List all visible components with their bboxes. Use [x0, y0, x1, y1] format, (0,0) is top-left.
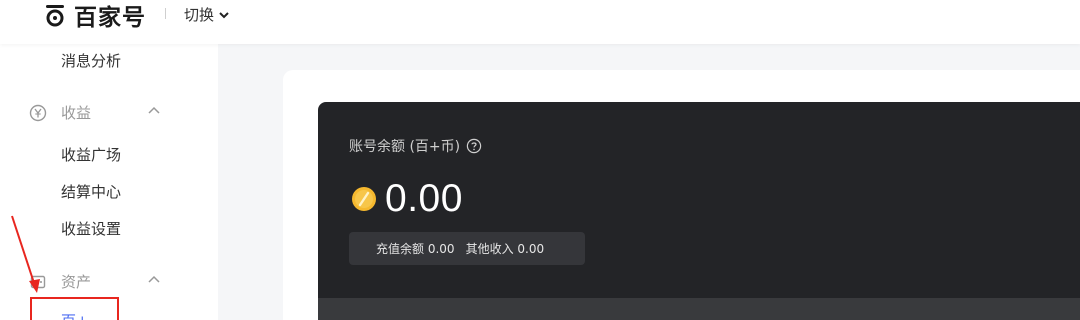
- logo-icon: [46, 5, 64, 27]
- balance-title: 账号余额 (百+币): [349, 136, 482, 156]
- top-bar: 百家号 切换: [0, 0, 1080, 44]
- sidebar-item-income-settings[interactable]: 收益设置: [61, 218, 121, 239]
- balance-title-text: 账号余额 (百+币): [349, 139, 461, 155]
- switch-label: 切换: [184, 6, 215, 24]
- help-icon[interactable]: [466, 138, 482, 154]
- chevron-up-icon[interactable]: [147, 105, 161, 115]
- header-divider: [165, 8, 166, 19]
- sidebar-group-label: 资产: [61, 273, 92, 291]
- sidebar: 消息分析 收益 收益广场 结算中心 收益设置 资产: [0, 44, 218, 320]
- sidebar-group-assets[interactable]: 资产: [28, 271, 91, 292]
- balance-panel-footer: [318, 298, 1080, 320]
- balance-amount: 0.00: [385, 177, 463, 220]
- recharge-label: 充值余额: [376, 242, 425, 256]
- coin-icon: [352, 187, 376, 211]
- annotation-highlight-box: [30, 297, 119, 320]
- chevron-up-icon[interactable]: [147, 274, 161, 284]
- account-switch-button[interactable]: 切换: [184, 4, 229, 25]
- balance-breakdown: 充值余额 0.00 其他收入 0.00: [349, 232, 585, 265]
- balance-panel: 账号余额 (百+币) 0.00 充值余额 0.00 其他收入 0.00: [318, 102, 1080, 320]
- logo-text: 百家号: [74, 5, 146, 31]
- wallet-icon: [28, 272, 48, 292]
- yen-circle-icon: [28, 103, 48, 123]
- baijiahao-logo[interactable]: 百家号: [44, 1, 146, 31]
- chevron-down-icon: [219, 11, 229, 18]
- recharge-value: 0.00: [427, 241, 455, 256]
- sidebar-item-settlement-center[interactable]: 结算中心: [61, 181, 121, 202]
- sidebar-group-label: 收益: [61, 104, 92, 122]
- other-income-label: 其他收入: [465, 242, 514, 256]
- sidebar-item-income-square[interactable]: 收益广场: [61, 144, 121, 165]
- sidebar-item-message-analysis[interactable]: 消息分析: [61, 50, 121, 71]
- sidebar-group-income[interactable]: 收益: [28, 102, 91, 123]
- other-income-value: 0.00: [517, 241, 545, 256]
